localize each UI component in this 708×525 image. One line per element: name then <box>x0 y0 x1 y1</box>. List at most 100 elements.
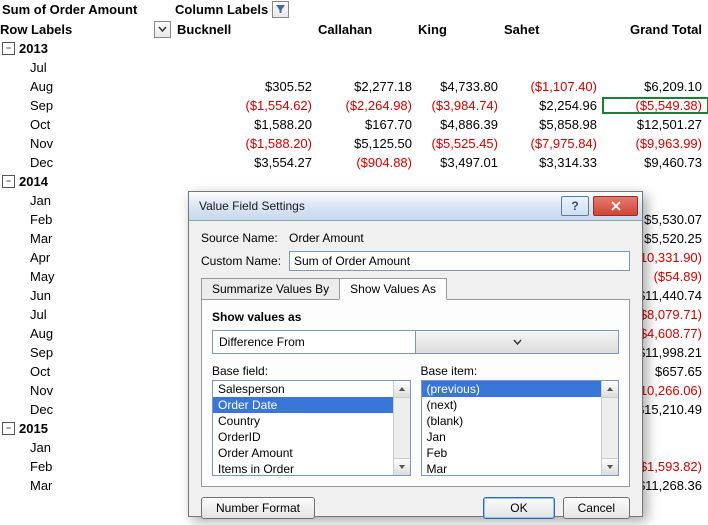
value-cell[interactable]: $6,209.10 <box>603 79 708 94</box>
col-header-0[interactable]: Bucknell <box>175 22 318 37</box>
value-cell[interactable]: $3,554.27 <box>175 155 318 170</box>
table-row: Sep($1,554.62)($2,264.98)($3,984.74)$2,2… <box>0 96 708 115</box>
year-row[interactable]: −2013 <box>0 39 708 58</box>
show-values-as-heading: Show values as <box>212 310 619 324</box>
month-cell[interactable]: Feb <box>0 212 175 227</box>
ok-button[interactable]: OK <box>483 497 554 519</box>
scrollbar[interactable] <box>393 381 410 475</box>
month-cell[interactable]: Apr <box>0 250 175 265</box>
column-labels-label: Column Labels <box>175 2 268 17</box>
value-cell[interactable]: ($7,975.84) <box>504 136 603 151</box>
scroll-down-icon[interactable] <box>602 458 618 475</box>
list-item[interactable]: Feb <box>422 445 603 461</box>
month-cell[interactable]: May <box>0 269 175 284</box>
month-cell[interactable]: Nov <box>0 136 175 151</box>
list-item[interactable]: Items in Order <box>213 461 394 475</box>
col-header-3[interactable]: Sahet <box>504 22 603 37</box>
value-cell[interactable]: ($1,107.40) <box>504 79 603 94</box>
base-item-listbox[interactable]: (previous)(next)(blank)JanFebMar <box>421 380 620 476</box>
value-cell[interactable]: $3,314.33 <box>504 155 603 170</box>
list-item[interactable]: Order Amount <box>213 445 394 461</box>
value-cell[interactable]: $4,733.80 <box>418 79 504 94</box>
row-labels-filter-button[interactable] <box>154 21 171 38</box>
table-row: Aug$305.52$2,277.18$4,733.80($1,107.40)$… <box>0 77 708 96</box>
value-cell[interactable]: $5,125.50 <box>318 136 418 151</box>
custom-name-input[interactable] <box>289 251 630 271</box>
dialog-titlebar[interactable]: Value Field Settings ? <box>189 192 642 221</box>
year-row[interactable]: −2014 <box>0 172 708 191</box>
value-cell[interactable]: ($1,554.62) <box>175 98 318 113</box>
value-cell[interactable]: ($5,549.38) <box>603 98 708 113</box>
value-cell[interactable]: $2,254.96 <box>504 98 603 113</box>
custom-name-label: Custom Name: <box>201 254 289 268</box>
table-row: Nov($1,588.20)$5,125.50($5,525.45)($7,97… <box>0 134 708 153</box>
list-item[interactable]: (previous) <box>422 381 603 397</box>
value-cell[interactable]: $12,501.27 <box>603 117 708 132</box>
month-cell[interactable]: Dec <box>0 155 175 170</box>
value-cell[interactable]: $167.70 <box>318 117 418 132</box>
list-item[interactable]: (blank) <box>422 413 603 429</box>
collapse-icon[interactable]: − <box>2 175 15 188</box>
value-cell[interactable]: $5,858.98 <box>504 117 603 132</box>
value-cell[interactable]: ($2,264.98) <box>318 98 418 113</box>
month-cell[interactable]: Aug <box>0 326 175 341</box>
month-cell[interactable]: Jul <box>0 307 175 322</box>
scroll-down-icon[interactable] <box>394 458 410 475</box>
month-cell[interactable]: Jan <box>0 440 175 455</box>
show-values-as-combo[interactable]: Difference From <box>212 330 619 354</box>
month-cell[interactable]: Oct <box>0 364 175 379</box>
month-cell[interactable]: Jan <box>0 193 175 208</box>
month-cell[interactable]: Dec <box>0 402 175 417</box>
list-item[interactable]: Order Date <box>213 397 394 413</box>
month-cell[interactable]: Mar <box>0 478 175 493</box>
dialog-help-button[interactable]: ? <box>561 196 589 216</box>
col-header-2[interactable]: King <box>418 22 504 37</box>
value-cell[interactable]: ($904.88) <box>318 155 418 170</box>
scrollbar[interactable] <box>601 381 618 475</box>
value-cell[interactable]: ($1,588.20) <box>175 136 318 151</box>
dialog-close-button[interactable] <box>593 196 638 216</box>
column-labels-filter-button[interactable] <box>272 1 289 18</box>
tab-summarize-values-by[interactable]: Summarize Values By <box>201 278 340 300</box>
month-cell[interactable]: Jul <box>0 60 175 75</box>
month-cell[interactable]: Sep <box>0 98 175 113</box>
month-cell[interactable]: Aug <box>0 79 175 94</box>
tab-show-values-as[interactable]: Show Values As <box>339 278 447 300</box>
month-cell[interactable]: Mar <box>0 231 175 246</box>
list-item[interactable]: Country <box>213 413 394 429</box>
collapse-icon[interactable]: − <box>2 42 15 55</box>
cancel-button[interactable]: Cancel <box>563 497 630 519</box>
month-cell[interactable]: Nov <box>0 383 175 398</box>
col-header-4[interactable]: Grand Total <box>603 22 708 37</box>
list-item[interactable]: (next) <box>422 397 603 413</box>
value-cell[interactable]: $3,497.01 <box>418 155 504 170</box>
month-cell[interactable]: Oct <box>0 117 175 132</box>
value-cell[interactable]: $4,886.39 <box>418 117 504 132</box>
value-cell[interactable]: ($9,963.99) <box>603 136 708 151</box>
base-item-label: Base item: <box>421 364 620 378</box>
value-cell[interactable]: $1,588.20 <box>175 117 318 132</box>
dialog-title: Value Field Settings <box>199 199 561 213</box>
value-cell[interactable]: ($3,984.74) <box>418 98 504 113</box>
chevron-down-icon <box>415 331 618 353</box>
value-cell[interactable]: ($5,525.45) <box>418 136 504 151</box>
list-item[interactable]: Jan <box>422 429 603 445</box>
month-cell[interactable]: Sep <box>0 345 175 360</box>
scroll-up-icon[interactable] <box>602 381 618 398</box>
value-cell[interactable]: $305.52 <box>175 79 318 94</box>
table-row: Jul <box>0 58 708 77</box>
col-header-1[interactable]: Callahan <box>318 22 418 37</box>
value-cell[interactable]: $9,460.73 <box>603 155 708 170</box>
sum-of-order-amount-label: Sum of Order Amount <box>0 2 175 17</box>
number-format-button[interactable]: Number Format <box>201 497 315 519</box>
list-item[interactable]: Mar <box>422 461 603 475</box>
base-field-listbox[interactable]: SalespersonOrder DateCountryOrderIDOrder… <box>212 380 411 476</box>
month-cell[interactable]: Jun <box>0 288 175 303</box>
list-item[interactable]: OrderID <box>213 429 394 445</box>
month-cell[interactable]: Feb <box>0 459 175 474</box>
list-item[interactable]: Salesperson <box>213 381 394 397</box>
value-cell[interactable]: $2,277.18 <box>318 79 418 94</box>
base-field-label: Base field: <box>212 364 411 378</box>
scroll-up-icon[interactable] <box>394 381 410 398</box>
collapse-icon[interactable]: − <box>2 422 15 435</box>
